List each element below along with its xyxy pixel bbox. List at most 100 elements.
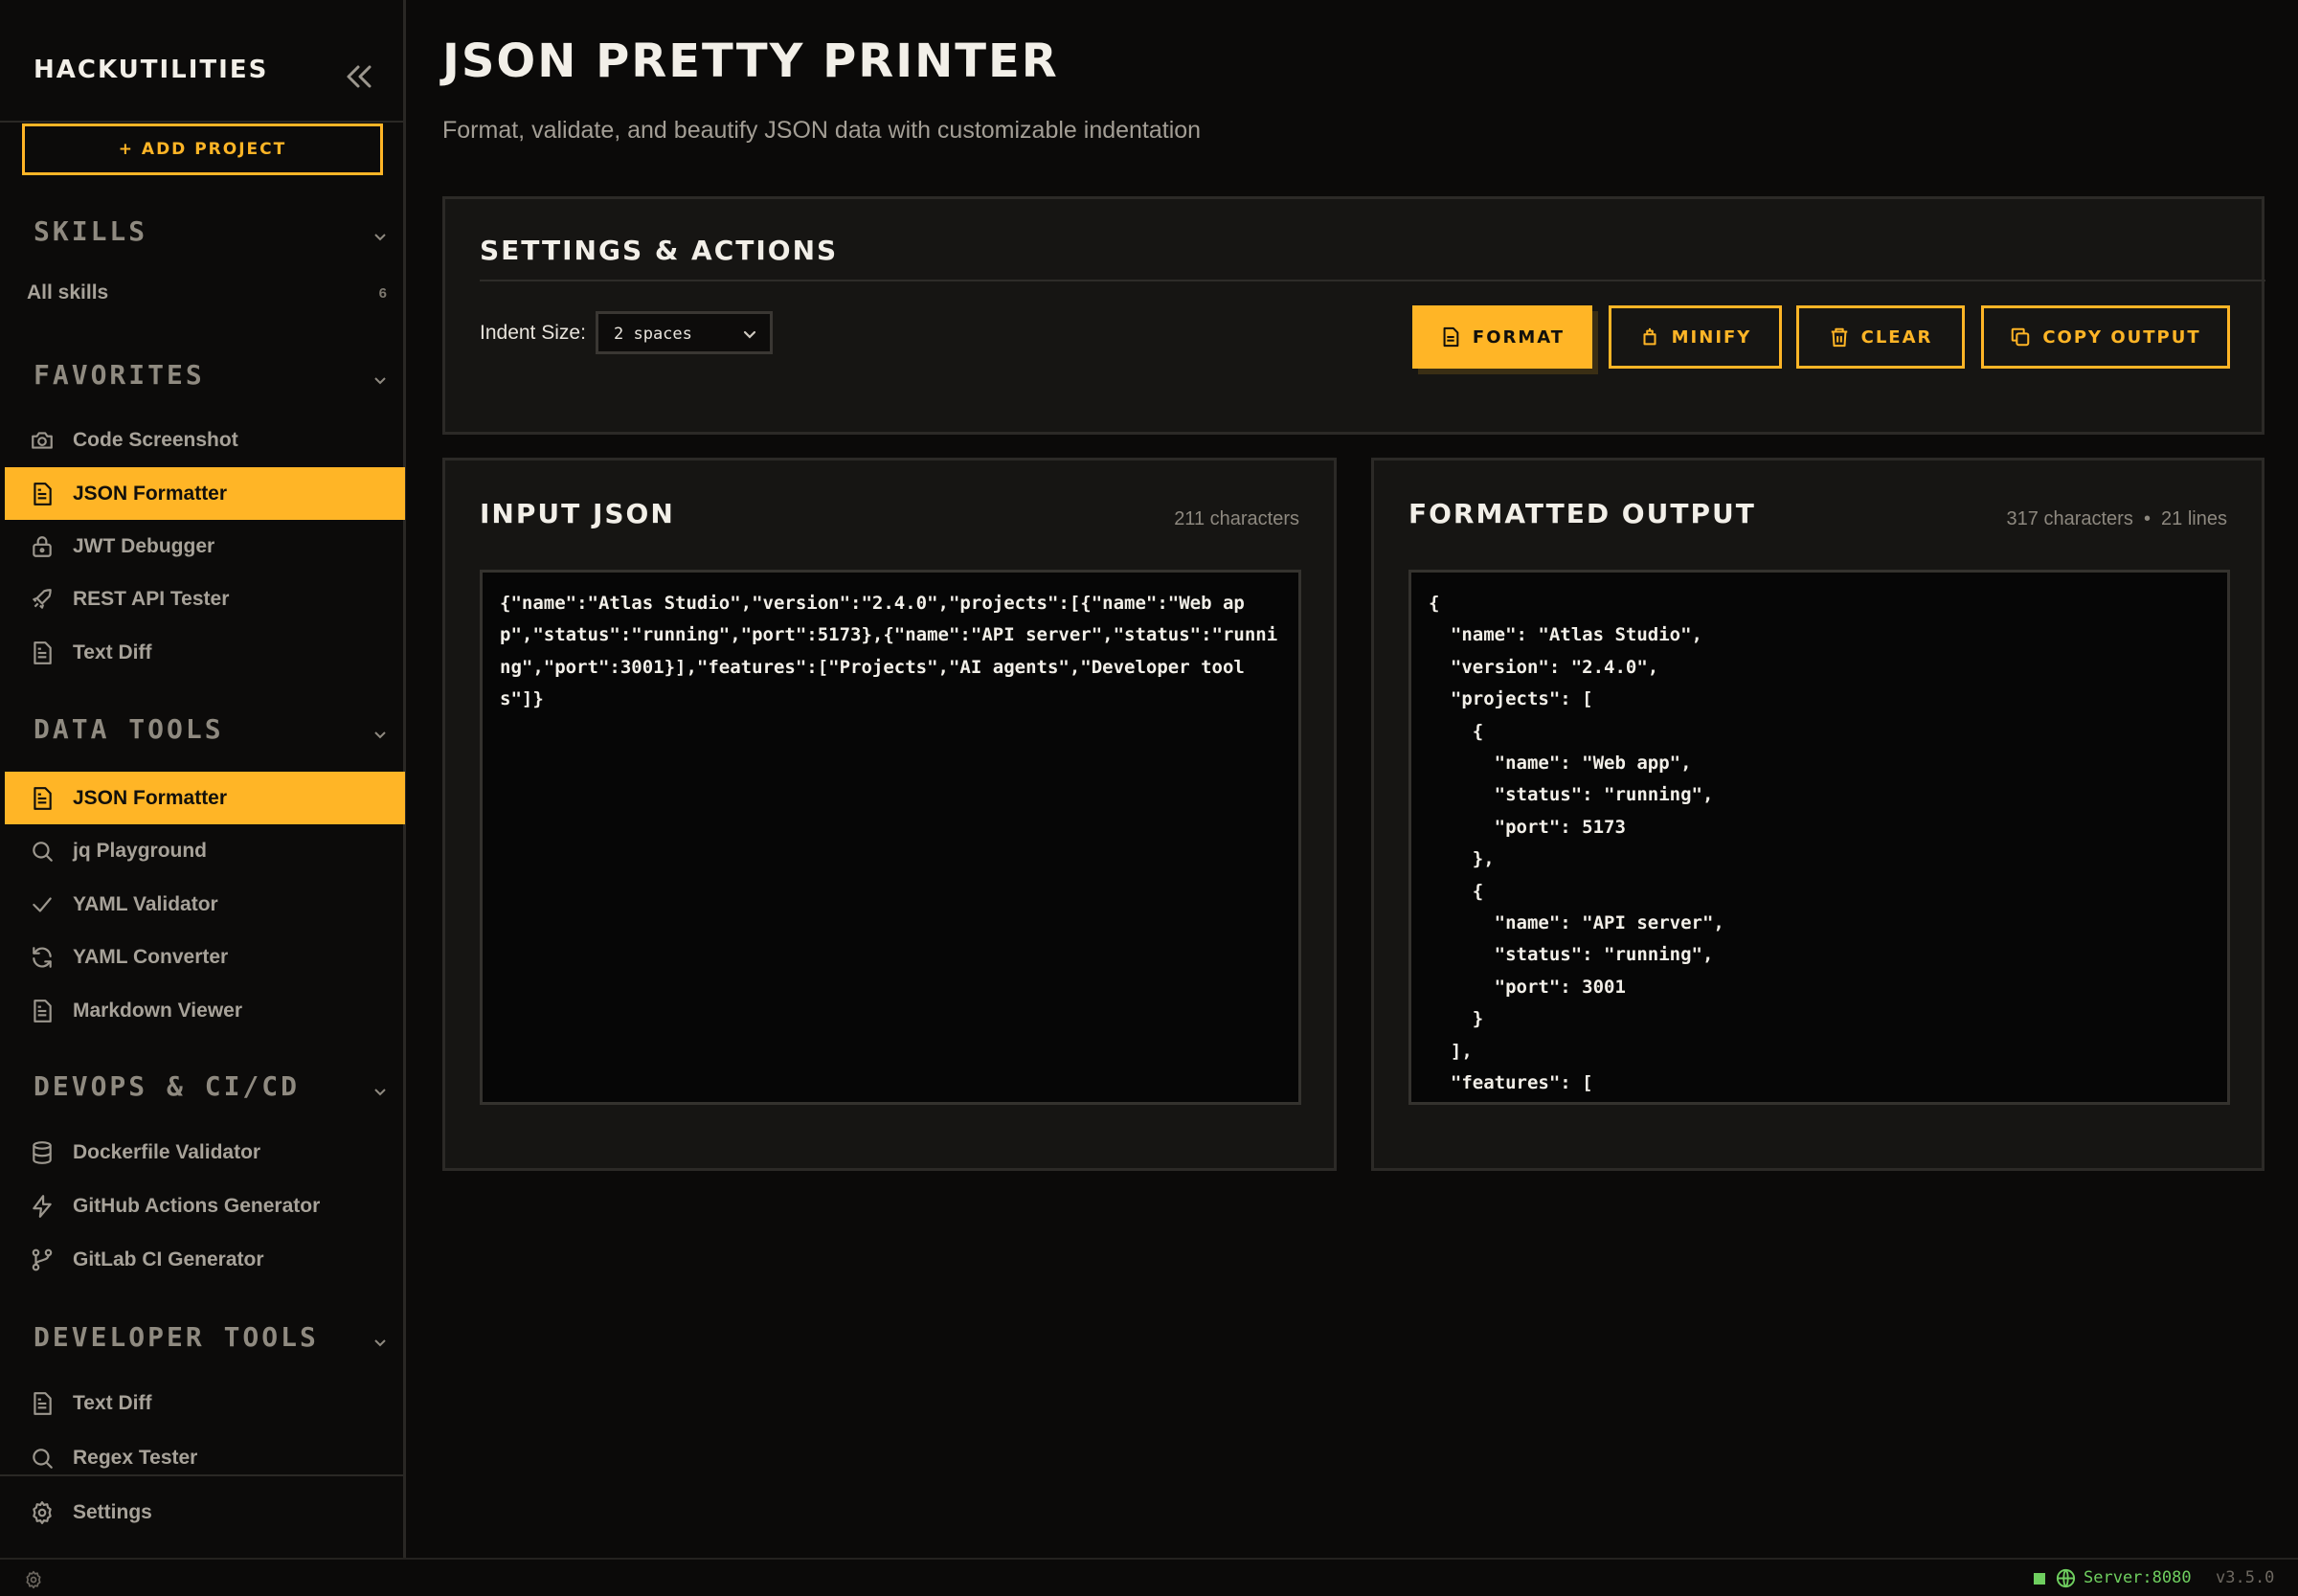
formatted-output-panel: FORMATTED OUTPUT 317 characters • 21 lin… (1371, 458, 2264, 1171)
sidebar-item-yaml-converter[interactable]: YAML Converter (5, 931, 405, 983)
sidebar-item-text-diff-favorite[interactable]: Text Diff (5, 626, 405, 679)
sidebar-item-json-formatter-favorite[interactable]: JSON Formatter (5, 467, 405, 520)
section-title: DEVOPS & CI/CD (34, 1070, 301, 1102)
file-text-icon (28, 1389, 56, 1418)
indent-size-label: Indent Size: (480, 322, 586, 344)
gear-icon (28, 1498, 56, 1527)
rocket-icon (28, 585, 56, 614)
chevron-down-icon (372, 1084, 388, 1099)
sidebar-footer: Settings (0, 1474, 403, 1556)
input-panel-title: INPUT JSON (480, 498, 675, 529)
all-skills-item[interactable]: All skills 6 (27, 281, 387, 310)
sidebar-item-code-screenshot[interactable]: Code Screenshot (5, 414, 405, 466)
sidebar-item-label: JWT Debugger (73, 534, 215, 557)
all-skills-label: All skills (27, 281, 109, 303)
sidebar-item-label: JSON Formatter (73, 786, 228, 809)
section-skills-header[interactable]: SKILLS (34, 215, 388, 254)
format-button-label: FORMAT (1472, 326, 1566, 348)
sidebar-item-label: JSON Formatter (73, 482, 228, 505)
indent-size-value: 2 spaces (614, 325, 692, 344)
formatted-output-view[interactable]: { "name": "Atlas Studio", "version": "2.… (1408, 570, 2230, 1105)
check-icon (28, 890, 56, 919)
sidebar-item-dockerfile-validator[interactable]: Dockerfile Validator (5, 1126, 405, 1179)
section-title: FAVORITES (34, 359, 205, 391)
minify-button-label: MINIFY (1671, 326, 1752, 348)
status-bar: Server:8080 v3.5.0 (0, 1558, 2298, 1596)
indent-size-select[interactable]: 2 spaces (596, 311, 773, 354)
search-icon (28, 1444, 56, 1472)
skills-count-badge: 6 (378, 285, 387, 302)
clear-button-label: CLEAR (1860, 326, 1933, 348)
output-panel-title: FORMATTED OUTPUT (1408, 498, 1756, 529)
settings-panel: SETTINGS & ACTIONS Indent Size: 2 spaces… (442, 196, 2265, 435)
sidebar-item-label: Code Screenshot (73, 428, 238, 451)
input-character-count: 211 characters (1174, 508, 1299, 529)
file-text-icon (28, 784, 56, 813)
settings-panel-title: SETTINGS & ACTIONS (480, 235, 839, 266)
output-stats: 317 characters • 21 lines (2006, 508, 2227, 529)
page-title: JSON PRETTY PRINTER (442, 34, 1059, 88)
sidebar-item-rest-api-tester[interactable]: REST API Tester (5, 573, 405, 625)
sidebar-item-label: Markdown Viewer (73, 999, 243, 1022)
file-text-icon (28, 480, 56, 508)
globe-icon (2055, 1567, 2077, 1589)
sidebar-item-label: REST API Tester (73, 587, 230, 610)
add-project-button[interactable]: + ADD PROJECT (22, 124, 383, 175)
section-favorites-header[interactable]: FAVORITES (34, 359, 388, 397)
formatted-output-text: { "name": "Atlas Studio", "version": "2.… (1429, 593, 1724, 1094)
chevron-down-icon (372, 727, 388, 742)
search-icon (28, 837, 56, 865)
server-status-indicator (2034, 1573, 2045, 1585)
chevron-down-icon (372, 1335, 388, 1350)
app-root: HACKUTILITIES + ADD PROJECT SKILLS All s… (0, 0, 2298, 1596)
trash-icon (1829, 326, 1850, 348)
section-title: DEVELOPER TOOLS (34, 1321, 319, 1353)
sidebar-item-jq-playground[interactable]: jq Playground (5, 824, 405, 877)
sidebar-item-settings[interactable]: Settings (5, 1486, 405, 1539)
divider (480, 280, 2265, 281)
brand-row: HACKUTILITIES (0, 0, 403, 123)
sidebar-item-label: Dockerfile Validator (73, 1140, 261, 1163)
file-text-icon (1440, 326, 1461, 348)
sidebar-item-label: YAML Converter (73, 945, 229, 968)
app-version: v3.5.0 (2216, 1568, 2275, 1587)
section-data-tools-header[interactable]: DATA TOOLS (34, 713, 388, 752)
sidebar-item-text-diff[interactable]: Text Diff (5, 1377, 405, 1429)
sidebar-item-markdown-viewer[interactable]: Markdown Viewer (5, 984, 405, 1037)
sidebar-item-github-actions-generator[interactable]: GitHub Actions Generator (5, 1180, 405, 1232)
sidebar-item-label: Regex Tester (73, 1446, 198, 1469)
sidebar-item-label: Settings (73, 1500, 152, 1523)
sidebar-item-yaml-validator[interactable]: YAML Validator (5, 878, 405, 931)
sidebar-item-label: GitHub Actions Generator (73, 1194, 321, 1217)
sidebar-item-label: Text Diff (73, 641, 152, 663)
camera-icon (28, 426, 56, 455)
copy-output-button-label: COPY OUTPUT (2042, 326, 2201, 348)
clear-button[interactable]: CLEAR (1796, 305, 1965, 369)
json-input-textarea[interactable]: {"name":"Atlas Studio","version":"2.4.0"… (480, 570, 1301, 1105)
json-input-text: {"name":"Atlas Studio","version":"2.4.0"… (500, 593, 1278, 710)
git-branch-icon (28, 1246, 56, 1274)
gear-icon[interactable] (24, 1570, 43, 1589)
input-json-panel: INPUT JSON 211 characters {"name":"Atlas… (442, 458, 1337, 1171)
file-text-icon (28, 639, 56, 667)
shrink-icon (1639, 326, 1660, 348)
sidebar: HACKUTILITIES + ADD PROJECT SKILLS All s… (0, 0, 406, 1558)
server-status-label[interactable]: Server:8080 (2084, 1568, 2192, 1587)
sidebar-item-label: GitLab CI Generator (73, 1248, 264, 1270)
sidebar-item-gitlab-ci-generator[interactable]: GitLab CI Generator (5, 1233, 405, 1286)
copy-output-button[interactable]: COPY OUTPUT (1981, 305, 2230, 369)
collapse-sidebar-icon[interactable] (339, 59, 379, 94)
database-icon (28, 1138, 56, 1167)
chevron-down-icon (372, 229, 388, 244)
refresh-icon (28, 943, 56, 972)
section-devops-header[interactable]: DEVOPS & CI/CD (34, 1070, 388, 1109)
bolt-icon (28, 1192, 56, 1221)
section-title: SKILLS (34, 215, 148, 247)
sidebar-item-json-formatter[interactable]: JSON Formatter (5, 772, 405, 824)
section-developer-tools-header[interactable]: DEVELOPER TOOLS (34, 1321, 388, 1360)
lock-icon (28, 532, 56, 561)
sidebar-item-jwt-debugger[interactable]: JWT Debugger (5, 520, 405, 573)
sidebar-item-label: Text Diff (73, 1391, 152, 1414)
format-button[interactable]: FORMAT (1412, 305, 1592, 369)
minify-button[interactable]: MINIFY (1609, 305, 1782, 369)
